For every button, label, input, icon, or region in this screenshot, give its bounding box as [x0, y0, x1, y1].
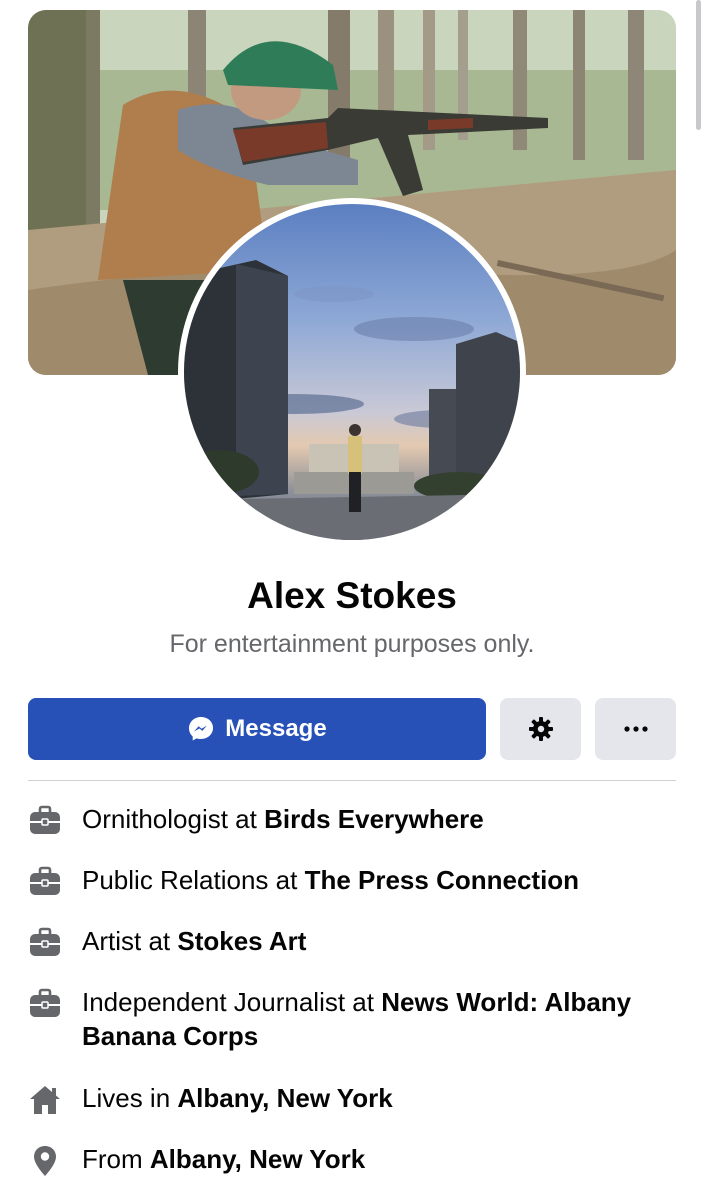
detail-lives-in-text: Lives in Albany, New York [82, 1083, 393, 1113]
detail-from[interactable]: From Albany, New York [28, 1142, 676, 1178]
messenger-icon [187, 715, 215, 743]
detail-work-1-text: Ornithologist at Birds Everywhere [82, 804, 484, 834]
more-icon [623, 726, 648, 732]
detail-work-4[interactable]: Independent Journalist at News World: Al… [28, 985, 676, 1053]
profile-name: Alex Stokes [247, 575, 457, 616]
profile-avatar-image [184, 260, 520, 540]
message-button-label: Message [225, 715, 327, 742]
message-button[interactable]: Message [28, 698, 486, 760]
briefcase-icon [30, 866, 60, 895]
detail-work-3-text: Artist at Stokes Art [82, 926, 307, 956]
more-options-button[interactable] [595, 698, 676, 760]
location-pin-icon [34, 1146, 56, 1176]
settings-button[interactable] [500, 698, 581, 760]
profile-avatar[interactable] [178, 198, 526, 546]
divider [28, 780, 676, 781]
detail-work-2-text: Public Relations at The Press Connection [82, 865, 580, 895]
profile-bio: For entertainment purposes only. [169, 630, 535, 658]
profile-actions: Message [28, 698, 676, 760]
briefcase-icon [30, 805, 60, 834]
briefcase-icon [30, 927, 60, 956]
detail-work-3[interactable]: Artist at Stokes Art [28, 924, 676, 960]
briefcase-icon [30, 988, 60, 1017]
detail-work-1[interactable]: Ornithologist at Birds Everywhere [28, 802, 676, 838]
detail-work-2[interactable]: Public Relations at The Press Connection [28, 863, 676, 899]
detail-work-4-text: Independent Journalist at News World: Al… [82, 987, 632, 1051]
detail-from-text: From Albany, New York [82, 1144, 366, 1174]
scrollbar[interactable] [696, 0, 701, 130]
detail-lives-in[interactable]: Lives in Albany, New York [28, 1081, 676, 1117]
gear-icon [528, 717, 553, 741]
home-icon [30, 1086, 60, 1114]
